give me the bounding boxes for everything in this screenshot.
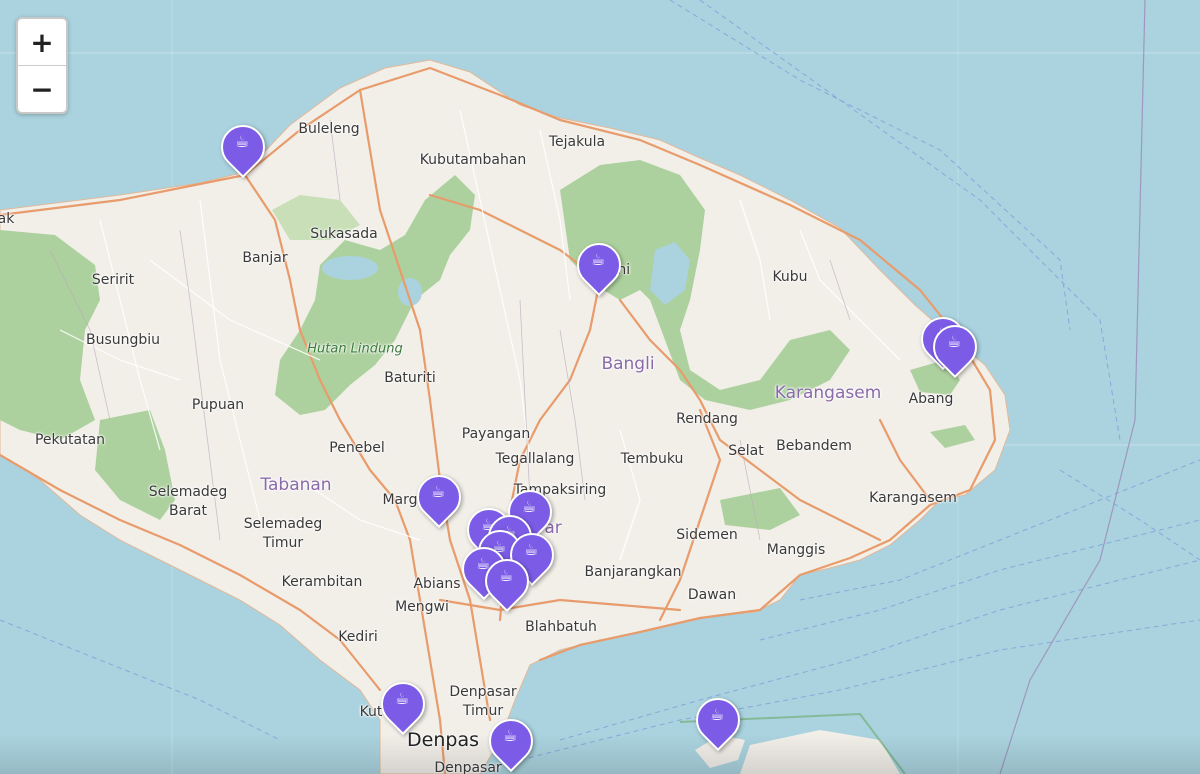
place-label-payangan: Payangan (461, 426, 531, 442)
place-label-dawan: Dawan (687, 587, 737, 603)
place-label-sukasada: Sukasada (310, 226, 378, 242)
place-label-banjarangkan: Banjarangkan (584, 564, 682, 580)
place-label-tegallalang: Tegallalang (495, 451, 575, 467)
place-label-blahbatuh: Blahbatuh (525, 619, 597, 635)
coffee-marker[interactable]: ☕ (211, 115, 275, 180)
place-label-busungbiu: Busungbiu (85, 332, 161, 348)
coffee-marker[interactable]: ☕ (407, 465, 471, 530)
region-label-karangasem: Karangasem (774, 383, 882, 403)
place-label-tejakula: Tejakula (548, 134, 606, 150)
coffee-cup-icon: ☕ (590, 250, 606, 269)
place-label-manggis: Manggis (766, 542, 826, 558)
place-label-pupuan: Pupuan (191, 397, 245, 413)
place-label-baturiti: Baturiti (384, 370, 436, 386)
maritime-boundary (999, 0, 1146, 774)
forest-label-hutan-lindung: Hutan Lindung (307, 341, 403, 357)
place-label-tembuku: Tembuku (620, 451, 684, 467)
coffee-marker[interactable]: ☕ (479, 709, 543, 774)
coffee-marker[interactable]: ☕ (475, 549, 539, 614)
place-label-sidemen: Sidemen (676, 527, 738, 543)
place-label-selemadeg-timur: Selemadeg Timur (243, 516, 323, 551)
place-label-pekutatan: Pekutatan (34, 432, 106, 448)
place-label-buleleng: Buleleng (298, 121, 360, 137)
coffee-cup-icon: ☕ (946, 332, 962, 351)
coffee-cup-icon: ☕ (709, 705, 725, 724)
place-label-banjar: Banjar (242, 250, 288, 266)
place-label-mengwi: Mengwi (395, 599, 449, 615)
coffee-cup-icon: ☕ (430, 482, 446, 501)
coffee-marker[interactable]: ☕ (567, 233, 631, 298)
place-label-kuta: Kut (359, 704, 383, 720)
place-label-karangasem: Karangasem (869, 490, 957, 506)
place-label: ak (0, 211, 15, 227)
coffee-cup-icon: ☕ (523, 540, 539, 559)
coffee-marker[interactable]: ☕ (371, 672, 435, 737)
coffee-cup-icon: ☕ (394, 689, 410, 708)
place-label-kubutambahan: Kubutambahan (419, 152, 527, 168)
zoom-in-button[interactable]: + (18, 19, 66, 65)
place-label-abiansemal: Abians (413, 576, 461, 592)
place-label-marga: Marg (382, 492, 418, 508)
place-label-selat: Selat (728, 443, 764, 459)
coffee-cup-icon: ☕ (234, 132, 250, 151)
place-label-denpasar-timur: Denpasar Timur (449, 684, 517, 719)
place-label-abang: Abang (908, 391, 954, 407)
coffee-cup-icon: ☕ (502, 726, 518, 745)
zoom-out-button[interactable]: − (18, 65, 66, 112)
place-label-rendang: Rendang (676, 411, 738, 427)
zoom-control: + − (16, 17, 68, 114)
coffee-marker[interactable]: ☕ (923, 315, 987, 380)
place-label-bebandem: Bebandem (776, 438, 852, 454)
coffee-marker[interactable]: ☕ (686, 688, 750, 753)
place-label-penebel: Penebel (329, 440, 385, 456)
region-label-tabanan: Tabanan (260, 475, 332, 495)
basemap (0, 0, 1200, 774)
place-label-selemadeg-barat: Selemadeg Barat (148, 484, 228, 519)
coffee-cup-icon: ☕ (498, 566, 514, 585)
place-label-kubu: Kubu (772, 269, 808, 285)
place-label-kerambitan: Kerambitan (281, 574, 363, 590)
map-canvas[interactable]: + − ak Buleleng Kubutambahan Tejakula Su… (0, 0, 1200, 774)
region-label-bangli: Bangli (601, 354, 655, 374)
place-label-kediri: Kediri (338, 629, 378, 645)
place-label-seririt: Seririt (91, 272, 135, 288)
lake-buyan (322, 256, 378, 280)
